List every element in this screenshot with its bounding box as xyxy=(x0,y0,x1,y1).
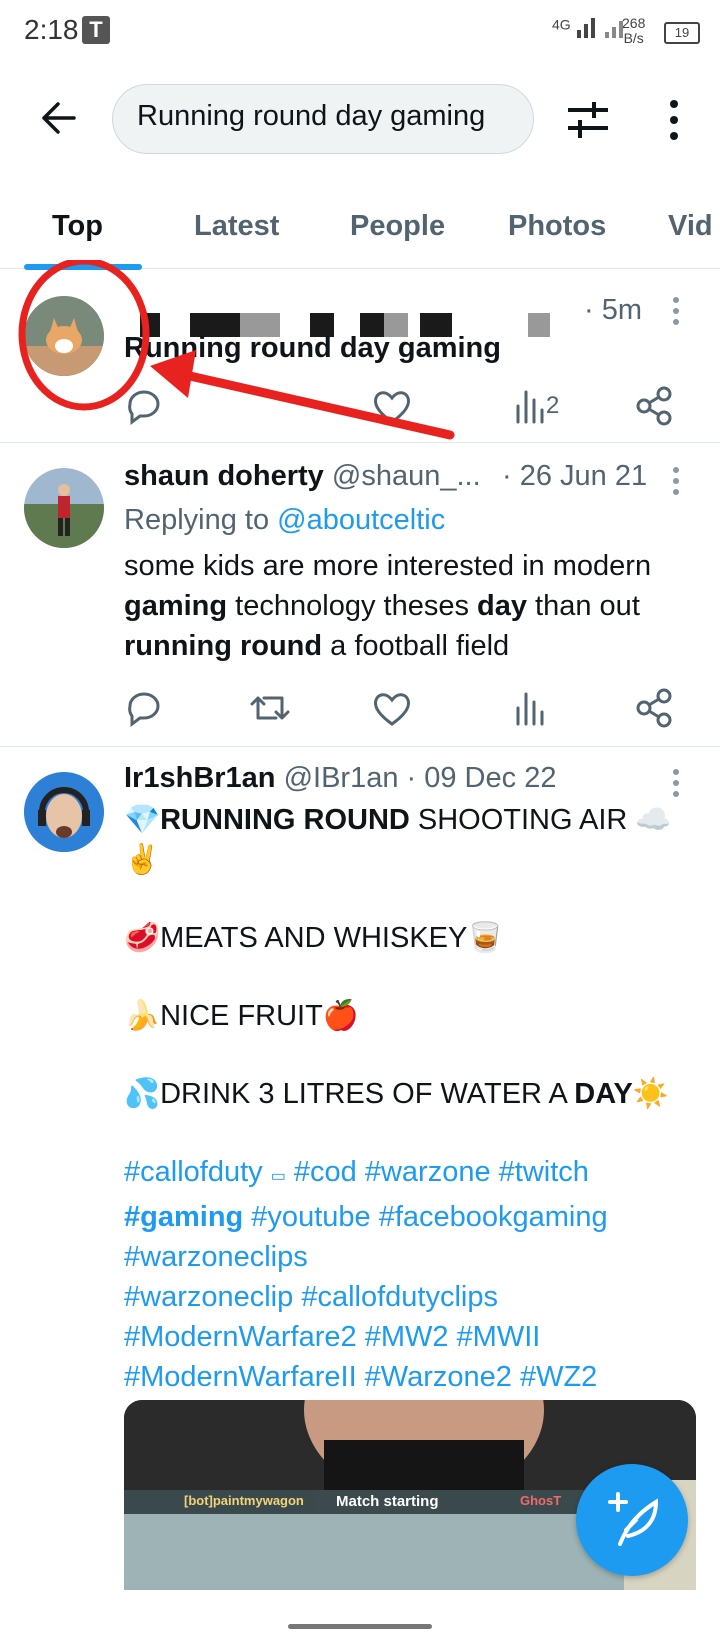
back-arrow-icon[interactable] xyxy=(36,96,80,140)
compose-icon xyxy=(608,1492,659,1546)
views-count: 2 xyxy=(546,392,560,419)
retweet-icon[interactable] xyxy=(248,686,292,730)
gesture-bar[interactable] xyxy=(288,1624,432,1629)
hashtag-link[interactable]: #callofduty xyxy=(124,1156,263,1188)
tweet-line: 💎RUNNING ROUND SHOOTING AIR ☁️ xyxy=(124,800,704,840)
hashtag-link[interactable]: #ModernWarfareII #Warzone2 #WZ2 xyxy=(124,1357,704,1397)
hashtag-link[interactable]: #warzoneclips xyxy=(124,1237,704,1277)
hashtag-link[interactable]: #warzoneclip #callofdutyclips xyxy=(124,1277,704,1317)
landscape-avatar-image xyxy=(24,468,104,548)
author-handle: @shaun_... xyxy=(331,460,481,492)
more-vertical-icon[interactable] xyxy=(672,466,680,496)
text-segment: technology theses xyxy=(227,590,478,622)
tweet-text: 💎RUNNING ROUND SHOOTING AIR ☁️ ✌️ 🥩MEATS… xyxy=(124,800,704,1397)
text-segment: DRINK 3 LITRES OF WATER A xyxy=(160,1078,575,1110)
tab-photos[interactable]: Photos xyxy=(508,210,606,243)
tweet-line: 🥩MEATS AND WHISKEY🥃 xyxy=(124,918,704,958)
text-segment: than out xyxy=(527,590,640,622)
hashtag-line: #callofduty ▭ #cod #warzone #twitch xyxy=(124,1152,704,1197)
tweet-line: 💦DRINK 3 LITRES OF WATER A DAY☀️ xyxy=(124,1074,704,1114)
tweet-header: shaun doherty @shaun_... xyxy=(124,460,481,493)
tweet-header: Ir1shBr1an @IBr1an · 09 Dec 22 xyxy=(124,762,556,795)
speed-unit: B/s xyxy=(623,30,644,46)
tab-videos[interactable]: Vid xyxy=(668,210,713,243)
text-highlight: DAY xyxy=(574,1078,633,1110)
speed-value: 268 xyxy=(622,15,646,31)
text-segment: some kids are more interested in modern xyxy=(124,550,652,582)
avatar[interactable] xyxy=(24,468,104,548)
hashtag-link[interactable]: #gaming xyxy=(124,1201,243,1233)
search-field[interactable] xyxy=(112,84,534,154)
text-highlight: running round xyxy=(124,630,323,662)
share-icon[interactable] xyxy=(632,384,676,428)
reply-icon[interactable] xyxy=(122,686,166,730)
network-speed: 268 B/s xyxy=(622,16,645,46)
tweet-time: · 5m xyxy=(584,294,642,326)
text-segment: SHOOTING AIR xyxy=(409,804,628,836)
hashtag-line: #gaming #youtube #facebookgaming xyxy=(124,1197,704,1237)
text-highlight: day xyxy=(477,590,527,622)
mw-logo-icon: ▭ xyxy=(270,1168,286,1185)
whiskey-emoji-icon: 🥃 xyxy=(467,922,504,954)
text-highlight: RUNNING ROUND xyxy=(160,804,410,836)
share-icon[interactable] xyxy=(632,686,676,730)
redacted-handle xyxy=(528,313,550,337)
filter-icon[interactable] xyxy=(566,98,610,140)
battery-icon: 19 xyxy=(664,22,700,44)
views-icon[interactable] xyxy=(510,686,554,730)
text-segment: a football field xyxy=(322,630,510,662)
tab-latest[interactable]: Latest xyxy=(194,210,279,243)
tweet-time: · 26 Jun 21 xyxy=(502,460,648,492)
more-vertical-icon[interactable] xyxy=(672,768,680,798)
meat-emoji-icon: 🥩 xyxy=(124,922,161,954)
tweet-line: 🍌NICE FRUIT🍎 xyxy=(124,996,704,1036)
network-type: 4G xyxy=(552,14,631,38)
player-name-right: GhosT xyxy=(520,1493,562,1508)
hashtag-link[interactable]: #ModernWarfare2 #MW2 #MWII xyxy=(124,1317,704,1357)
annotation-circle-arrow xyxy=(18,260,455,440)
search-input[interactable] xyxy=(135,99,519,134)
tab-top[interactable]: Top xyxy=(52,210,103,243)
hashtag-link[interactable]: #youtube #facebookgaming xyxy=(243,1201,607,1233)
tweet-time: · 09 Dec 22 xyxy=(406,762,557,794)
avatar[interactable] xyxy=(24,772,104,852)
tweet-divider xyxy=(0,746,720,747)
player-name-left: [bot]paintmywagon xyxy=(184,1493,304,1508)
compose-button[interactable] xyxy=(576,1464,688,1576)
tweet-divider xyxy=(0,442,720,443)
replying-to-label: Replying to xyxy=(124,504,278,536)
text-segment: NICE FRUIT xyxy=(160,1000,323,1032)
app-notification-icon: T xyxy=(82,16,110,44)
status-time: 2:18 xyxy=(24,14,79,45)
hashtag-link[interactable]: #cod #warzone #twitch xyxy=(294,1156,589,1188)
like-icon[interactable] xyxy=(370,686,414,730)
more-vertical-icon[interactable] xyxy=(672,296,680,326)
replying-to: Replying to @aboutceltic xyxy=(124,500,445,540)
cloud-emoji-icon: ☁️ xyxy=(635,804,672,836)
text-highlight: gaming xyxy=(124,590,228,622)
apple-emoji-icon: 🍎 xyxy=(322,1000,359,1032)
gamer-avatar-image xyxy=(24,772,104,852)
tab-people[interactable]: People xyxy=(350,210,445,243)
author-name[interactable]: shaun doherty xyxy=(124,460,324,492)
reply-mention-link[interactable]: @aboutceltic xyxy=(277,504,445,536)
match-status: Match starting xyxy=(336,1493,439,1510)
author-name[interactable]: Ir1shBr1an xyxy=(124,762,276,794)
victory-hand-emoji-icon: ✌️ xyxy=(124,844,161,876)
more-vertical-icon[interactable] xyxy=(664,98,684,142)
droplets-emoji-icon: 💦 xyxy=(124,1078,161,1110)
tweet-text: some kids are more interested in modern … xyxy=(124,546,704,666)
diamond-emoji-icon: 💎 xyxy=(124,804,161,836)
network-label: 4G xyxy=(552,16,571,33)
status-bar: 2:18 T 4G 268 B/s 19 xyxy=(0,0,720,66)
sun-emoji-icon: ☀️ xyxy=(632,1078,669,1110)
text-segment: MEATS AND WHISKEY xyxy=(160,922,468,954)
banana-emoji-icon: 🍌 xyxy=(124,1000,161,1032)
author-handle: @IBr1an xyxy=(283,762,399,794)
